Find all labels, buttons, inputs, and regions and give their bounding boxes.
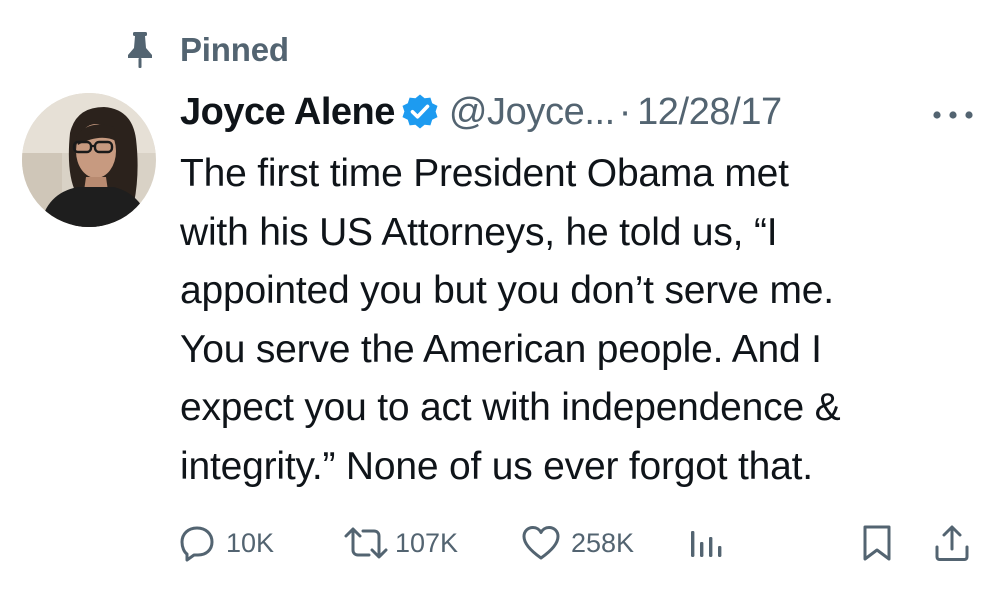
retweet-button[interactable]: 107K: [343, 516, 458, 570]
more-options-icon[interactable]: [928, 100, 978, 130]
retweet-icon: [343, 524, 389, 562]
views-chart-icon: [689, 524, 725, 562]
tweet-text-line: expect you to act with independence &: [180, 386, 841, 429]
author-handle[interactable]: @Joyce...: [449, 91, 615, 134]
reply-count: 10K: [226, 527, 275, 558]
verified-badge-icon[interactable]: [401, 92, 441, 132]
bookmark-button[interactable]: [860, 516, 894, 570]
pinned-label: Pinned: [180, 31, 289, 68]
header-separator: ·: [618, 90, 632, 133]
tweet-text-line: with his US Attorneys, he told us, “I: [180, 210, 778, 254]
like-count: 258K: [571, 527, 635, 558]
tweet-text-line: integrity.” None of us ever forgot that.: [180, 444, 813, 488]
tweet-actions: 10K 107K 258K: [0, 516, 1000, 570]
retweet-count: 107K: [395, 527, 459, 558]
reply-icon: [178, 524, 216, 562]
bookmark-icon: [860, 523, 894, 563]
views-button[interactable]: [689, 516, 725, 570]
tweet-date[interactable]: 12/28/17: [637, 91, 782, 134]
tweet-header: Joyce Alene @Joyce... · 12/28/17: [180, 86, 782, 138]
tweet-text-line: appointed you but you don’t serve me.: [180, 269, 834, 312]
heart-icon: [521, 524, 561, 562]
pin-icon: [120, 28, 160, 72]
author-name[interactable]: Joyce Alene: [180, 91, 395, 134]
reply-button[interactable]: 10K: [178, 516, 274, 570]
pinned-indicator: Pinned: [120, 28, 289, 72]
tweet-text-line: The first time President Obama met: [180, 152, 789, 195]
tweet-text-line: You serve the American people. And I: [180, 327, 822, 371]
avatar[interactable]: [22, 93, 156, 227]
share-icon: [932, 523, 972, 563]
tweet-text: The first time President Obama met with …: [180, 145, 990, 496]
share-button[interactable]: [932, 516, 972, 570]
like-button[interactable]: 258K: [521, 516, 634, 570]
